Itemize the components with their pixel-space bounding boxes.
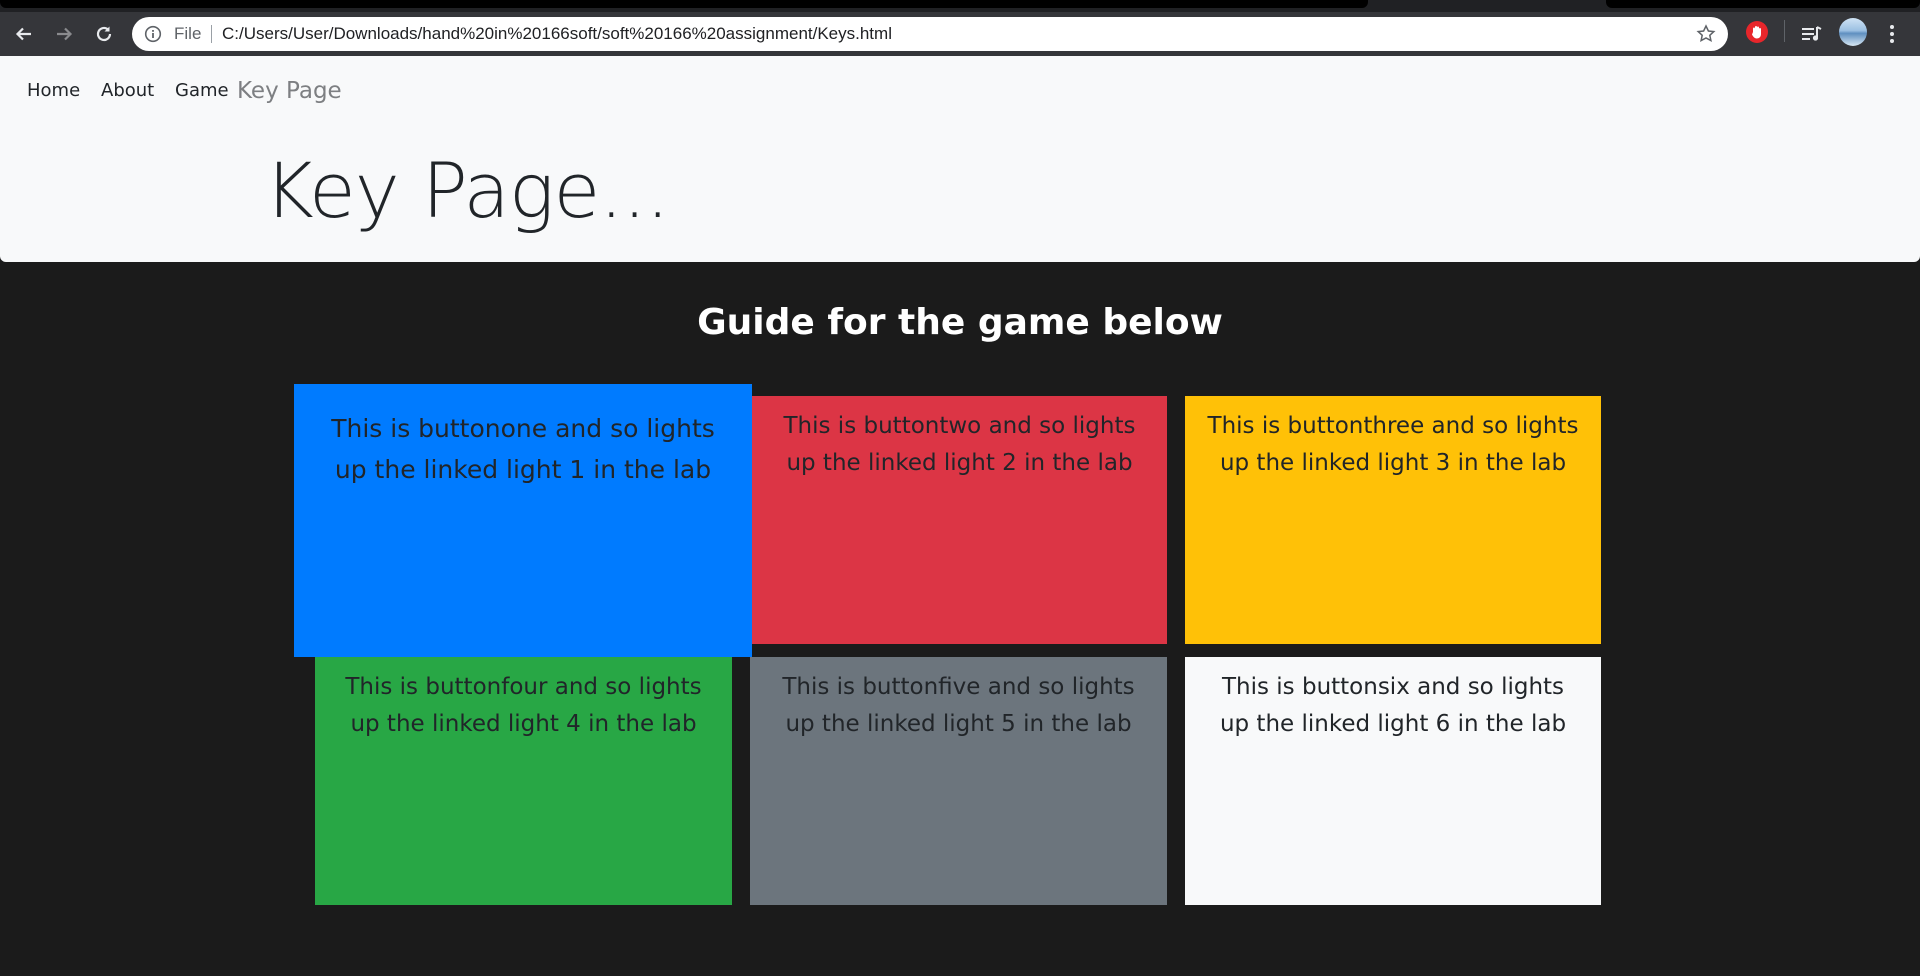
button-card-four[interactable]: This is buttonfour and so lights up the … bbox=[315, 657, 732, 905]
nav-link-game[interactable]: Game bbox=[175, 80, 229, 101]
guide-heading: Guide for the game below bbox=[697, 302, 1223, 343]
button-card-text: This is buttonfive and so lights up the … bbox=[782, 674, 1135, 737]
url-text[interactable]: C:/Users/User/Downloads/hand%20in%20166s… bbox=[222, 24, 892, 44]
navbar-brand[interactable]: Key Page bbox=[237, 78, 342, 104]
toolbar-divider bbox=[1784, 20, 1785, 42]
media-control-button[interactable] bbox=[1798, 20, 1826, 48]
nav-link-about[interactable]: About bbox=[101, 80, 154, 101]
button-card-text: This is buttonthree and so lights up the… bbox=[1207, 413, 1579, 476]
page-header: Home About Game Key Page Key Page... bbox=[0, 56, 1920, 262]
avatar[interactable] bbox=[1839, 18, 1867, 46]
address-scheme-label: File bbox=[174, 24, 202, 43]
address-bar[interactable]: File C:/Users/User/Downloads/hand%20in%2… bbox=[132, 17, 1728, 51]
page-title: Key Page... bbox=[264, 146, 670, 235]
browser-toolbar: File C:/Users/User/Downloads/hand%20in%2… bbox=[0, 12, 1920, 56]
info-icon[interactable] bbox=[144, 25, 162, 43]
button-card-six[interactable]: This is buttonsix and so lights up the l… bbox=[1185, 657, 1601, 905]
button-card-one[interactable]: This is buttonone and so lights up the l… bbox=[294, 384, 752, 657]
media-queue-icon bbox=[1802, 26, 1822, 41]
button-card-three[interactable]: This is buttonthree and so lights up the… bbox=[1185, 396, 1601, 644]
star-icon[interactable] bbox=[1696, 24, 1716, 44]
extension-button[interactable] bbox=[1746, 21, 1768, 43]
hand-stop-icon bbox=[1752, 26, 1761, 39]
button-card-five[interactable]: This is buttonfive and so lights up the … bbox=[750, 657, 1167, 905]
button-card-text: This is buttonone and so lights up the l… bbox=[331, 414, 715, 484]
button-card-text: This is buttonfour and so lights up the … bbox=[345, 674, 702, 737]
reload-button[interactable] bbox=[90, 20, 118, 48]
menu-button[interactable] bbox=[1878, 20, 1906, 48]
button-card-two[interactable]: This is buttontwo and so lights up the l… bbox=[752, 396, 1167, 644]
kebab-menu-icon bbox=[1890, 25, 1894, 43]
tab-strip-edge bbox=[1606, 0, 1920, 8]
browser-tab-strip bbox=[0, 0, 1920, 12]
address-divider bbox=[211, 25, 212, 43]
nav-link-home[interactable]: Home bbox=[27, 80, 80, 101]
tab-strip-edge bbox=[0, 0, 1368, 8]
button-card-text: This is buttonsix and so lights up the l… bbox=[1219, 674, 1567, 737]
reload-icon bbox=[96, 26, 112, 42]
forward-button[interactable] bbox=[50, 20, 78, 48]
back-arrow-icon bbox=[15, 27, 31, 41]
forward-arrow-icon bbox=[57, 27, 73, 41]
button-card-text: This is buttontwo and so lights up the l… bbox=[783, 413, 1136, 476]
back-button[interactable] bbox=[10, 20, 38, 48]
